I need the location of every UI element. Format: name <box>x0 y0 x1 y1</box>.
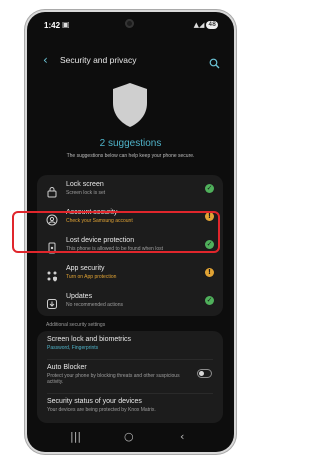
list-item-screen-lock-biometrics[interactable]: Screen lock and biometrics Password, Fing… <box>37 336 223 358</box>
item-title: Auto Blocker <box>47 364 87 371</box>
signal-icon: ▲◢ <box>193 21 205 29</box>
back-button[interactable]: ‹ <box>43 53 48 67</box>
status-time: 1:42 <box>44 21 61 30</box>
item-title: App security <box>66 265 105 272</box>
lock-icon <box>46 183 58 198</box>
additional-settings-card: Screen lock and biometrics Password, Fing… <box>37 331 223 423</box>
page-title: Security and privacy <box>60 55 137 65</box>
back-nav-icon[interactable]: ‹ <box>180 430 184 443</box>
item-desc: Protect your phone by blocking threats a… <box>47 373 180 385</box>
list-item-lock-screen[interactable]: Lock screen Screen lock is set ✓ <box>37 175 223 203</box>
status-bar: 1:42 ▣ ▲◢ 48 <box>27 16 234 34</box>
app-bar: ‹ Security and privacy <box>27 52 234 70</box>
status-right: ▲◢ 48 <box>194 21 218 29</box>
item-desc: Screen lock is set <box>66 190 106 196</box>
item-title: Lock screen <box>66 181 104 188</box>
divider <box>47 359 213 360</box>
auto-blocker-toggle[interactable] <box>197 369 212 378</box>
home-icon[interactable]: ○ <box>124 430 134 443</box>
notification-icon: ▣ <box>62 20 70 29</box>
battery-icon: 48 <box>206 21 218 29</box>
updates-icon <box>46 295 58 309</box>
search-icon[interactable] <box>209 54 220 73</box>
list-item-app-security[interactable]: App security Turn on App protection ! <box>37 259 223 287</box>
item-title: Updates <box>66 293 93 300</box>
suggestions-headline: 2 suggestions <box>99 138 162 149</box>
item-desc: No recommended actions <box>66 302 123 308</box>
item-desc: Turn on App protection <box>66 274 117 280</box>
shield-icon <box>111 82 149 132</box>
warning-icon: ! <box>205 268 214 277</box>
divider <box>47 393 213 394</box>
ok-check-icon: ✓ <box>205 184 214 193</box>
item-title: Security status of your devices <box>47 398 142 405</box>
item-desc: Password, Fingerprints <box>47 345 99 351</box>
app-security-icon <box>46 267 58 282</box>
suggestions-subtext: The suggestions below can help keep your… <box>66 153 195 159</box>
ok-check-icon: ✓ <box>205 296 214 305</box>
list-item-auto-blocker[interactable]: Auto Blocker Protect your phone by blocki… <box>37 364 223 388</box>
list-item-updates[interactable]: Updates No recommended actions ✓ <box>37 287 223 315</box>
list-item-device-security-status[interactable]: Security status of your devices Your devi… <box>37 398 223 418</box>
item-desc: Your devices are being protected by Knox… <box>47 407 156 413</box>
section-header: Additional security settings <box>46 322 106 328</box>
highlight-box <box>12 211 220 253</box>
navigation-bar: ||| ○ ‹ <box>27 422 234 452</box>
recents-icon[interactable]: ||| <box>70 430 81 443</box>
front-camera <box>125 19 134 28</box>
item-title: Screen lock and biometrics <box>47 336 132 343</box>
